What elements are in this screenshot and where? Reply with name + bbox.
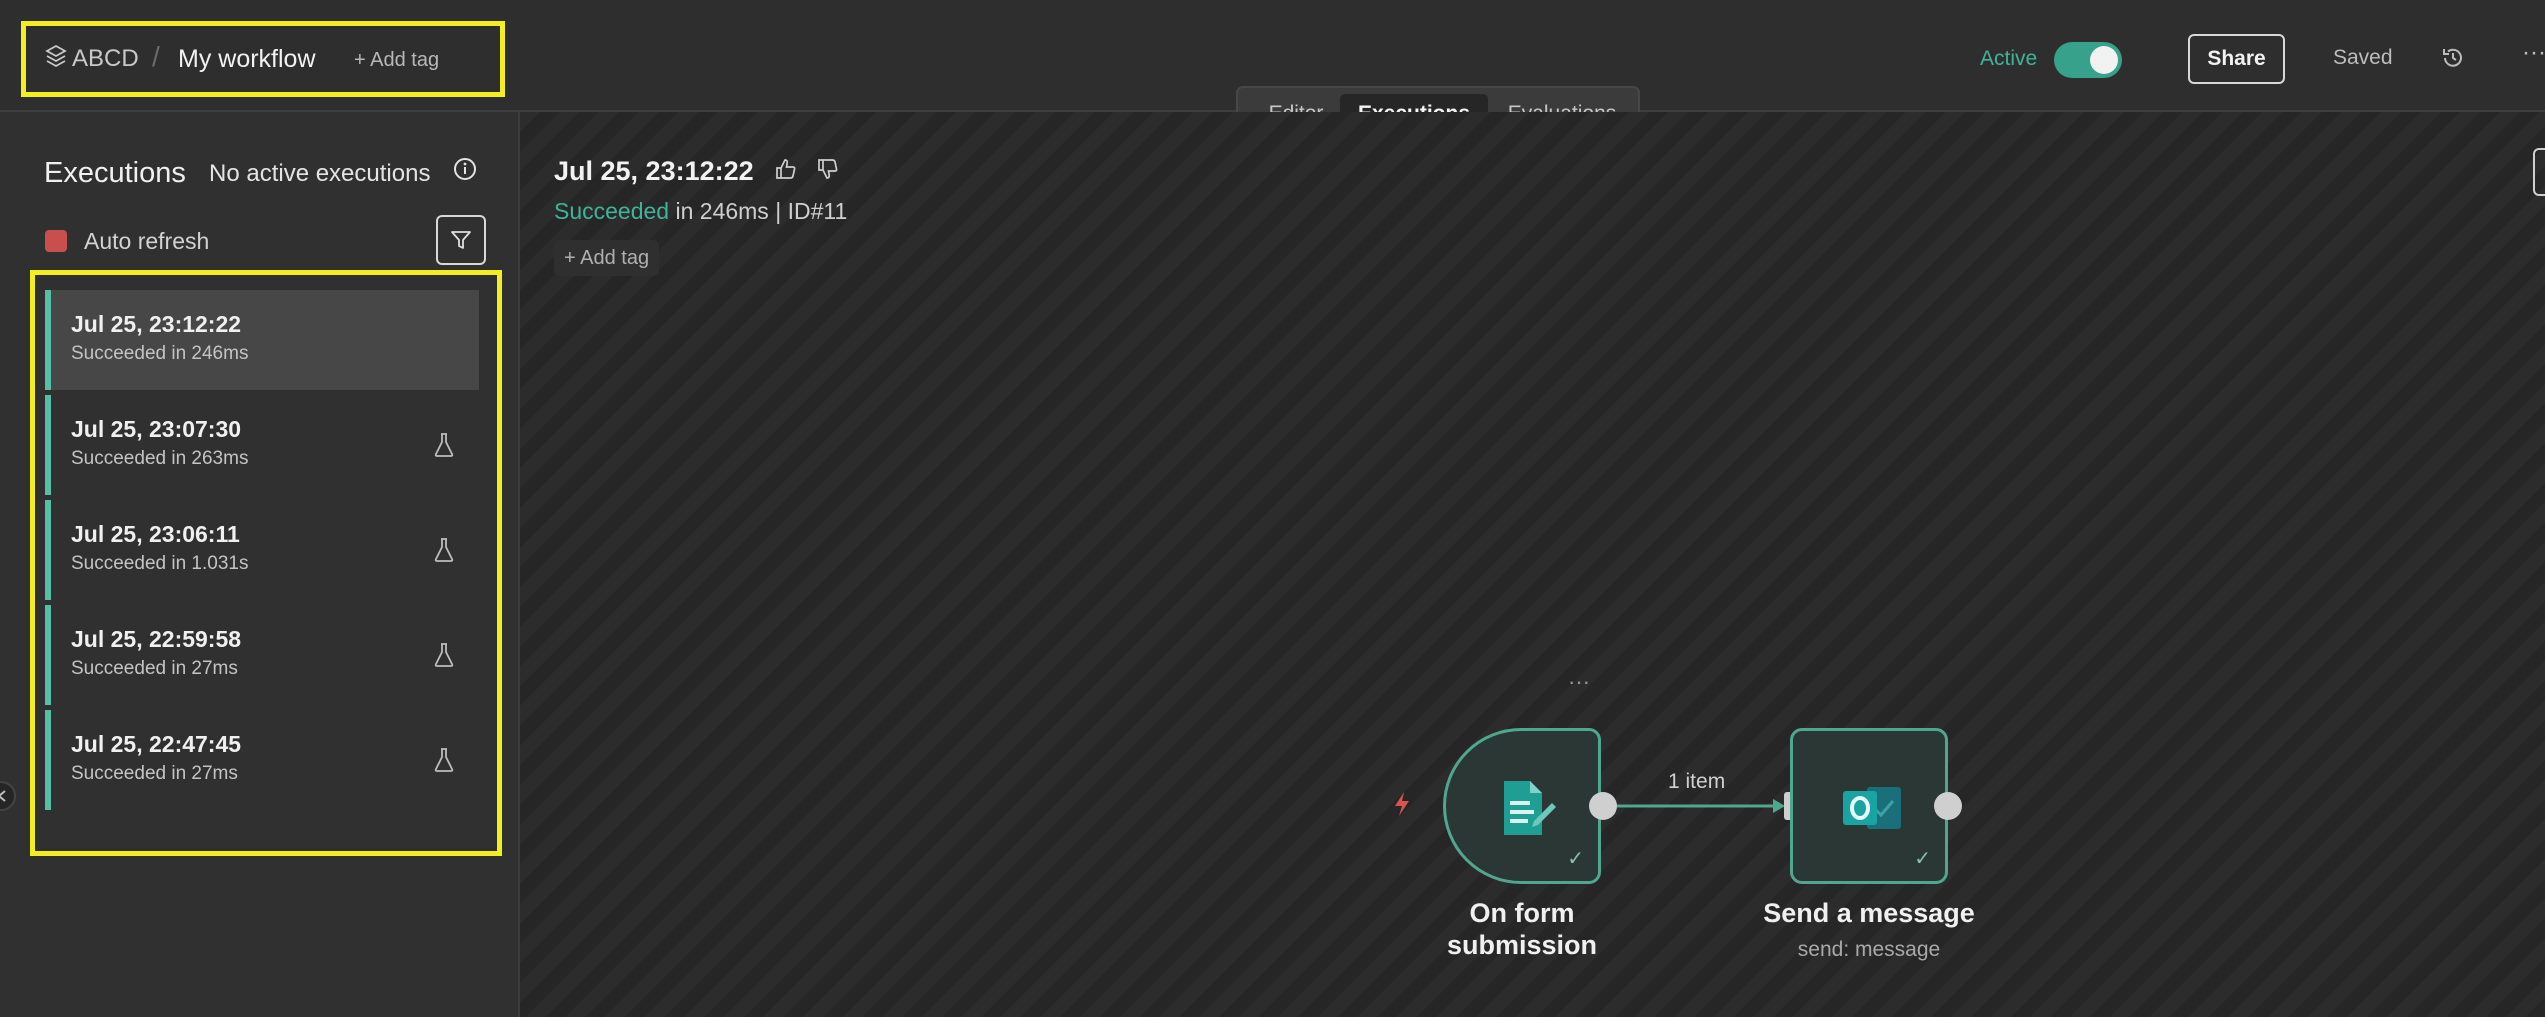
active-label: Active <box>1980 47 2038 70</box>
output-handle[interactable] <box>1589 792 1617 820</box>
execution-time: Jul 25, 22:47:45 <box>71 731 242 757</box>
node-label: Send a message <box>1763 898 1975 928</box>
active-executions-status: No active executions <box>209 160 431 187</box>
form-document-icon <box>1504 781 1556 835</box>
layers-icon <box>45 44 67 68</box>
thumbs-down-icon[interactable] <box>816 157 840 181</box>
execution-time: Jul 25, 22:59:58 <box>71 626 242 652</box>
execution-status: Succeeded in 1.031s <box>71 553 249 574</box>
execution-status: Succeeded in 246ms <box>71 343 249 364</box>
share-button[interactable]: Share <box>2188 34 2285 84</box>
execution-item[interactable]: Jul 25, 23:07:30 Succeeded in 263ms <box>45 395 479 495</box>
node-label: On form submission <box>1446 898 1598 960</box>
connection-items-label: 1 item <box>1668 770 1726 793</box>
lightning-icon <box>1395 792 1409 816</box>
info-icon[interactable] <box>452 156 478 182</box>
active-toggle[interactable] <box>2054 42 2122 78</box>
workflow-name[interactable]: My workflow <box>178 43 316 75</box>
node-on-form-submission[interactable]: ✓ <box>1443 728 1601 884</box>
chevron-left-icon <box>0 790 6 802</box>
history-icon[interactable] <box>2440 45 2466 71</box>
execution-summary: Succeeded in 246ms | ID#11 <box>554 197 847 225</box>
flask-icon[interactable] <box>433 746 455 774</box>
execution-item[interactable]: Jul 25, 22:59:58 Succeeded in 27ms <box>45 605 479 705</box>
success-check-icon: ✓ <box>1914 848 1931 870</box>
auto-refresh-label: Auto refresh <box>84 228 210 254</box>
execution-time: Jul 25, 23:06:11 <box>71 521 240 547</box>
execution-item[interactable]: Jul 25, 23:06:11 Succeeded in 1.031s <box>45 500 479 600</box>
breadcrumb-project[interactable]: ABCD <box>72 44 139 74</box>
execution-status: Succeeded in 27ms <box>71 763 238 784</box>
execution-details: in 246ms | ID#11 <box>669 198 848 224</box>
execution-time: Jul 25, 23:07:30 <box>71 416 242 442</box>
node-send-a-message[interactable]: ✓ <box>1790 728 1948 884</box>
toggle-knob <box>2090 46 2118 74</box>
success-check-icon: ✓ <box>1567 848 1584 870</box>
execution-status-label: Succeeded <box>554 198 670 224</box>
filter-icon <box>451 231 471 249</box>
add-tag-button[interactable]: + Add tag <box>354 47 439 73</box>
node-menu-icon[interactable]: ··· <box>1568 670 1590 694</box>
sidebar-title: Executions <box>44 157 186 189</box>
connection-line <box>1617 799 1785 813</box>
thumbs-up-icon[interactable] <box>774 157 798 181</box>
panel-toggle-button[interactable] <box>2533 148 2545 196</box>
execution-title: Jul 25, 23:12:22 <box>554 156 754 186</box>
execution-item[interactable]: Jul 25, 23:12:22 Succeeded in 246ms <box>45 290 479 390</box>
breadcrumb-separator: / <box>152 41 160 72</box>
flask-icon[interactable] <box>433 431 455 459</box>
auto-refresh-checkbox[interactable] <box>45 230 67 252</box>
collapse-sidebar-button[interactable] <box>0 781 16 811</box>
saved-status: Saved <box>2333 46 2393 69</box>
flask-icon[interactable] <box>433 536 455 564</box>
add-tag-button[interactable]: + Add tag <box>554 240 660 276</box>
node-subtitle: send: message <box>1797 938 1941 961</box>
flask-icon[interactable] <box>433 641 455 669</box>
execution-item[interactable]: Jul 25, 22:47:45 Succeeded in 27ms <box>45 710 479 810</box>
outlook-icon <box>1843 787 1901 829</box>
filter-button[interactable] <box>436 215 486 265</box>
execution-status: Succeeded in 27ms <box>71 658 238 679</box>
more-options-icon[interactable]: ··· <box>2522 40 2545 66</box>
output-handle[interactable] <box>1934 792 1962 820</box>
execution-time: Jul 25, 23:12:22 <box>71 311 242 337</box>
execution-status: Succeeded in 263ms <box>71 448 249 469</box>
